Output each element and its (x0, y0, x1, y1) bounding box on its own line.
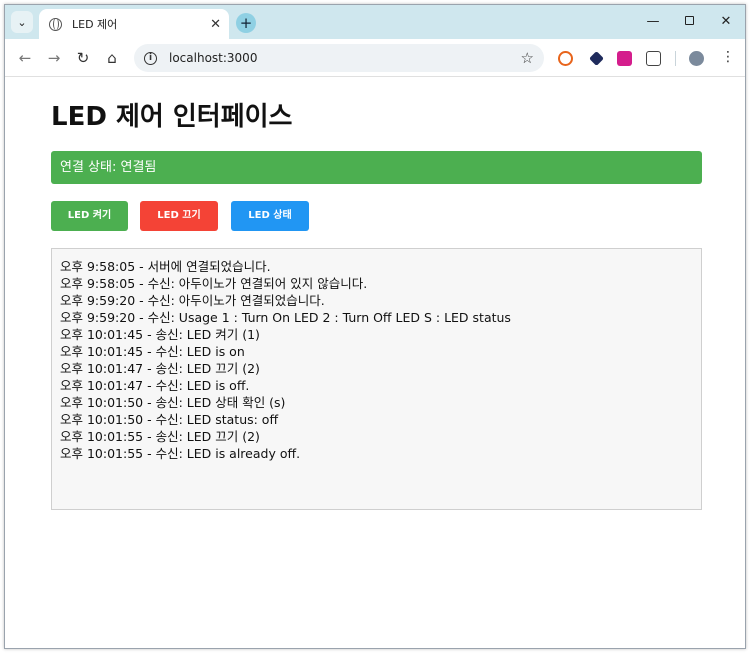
log-line: 오후 10:01:45 - 송신: LED 켜기 (1) (60, 327, 260, 342)
tab-close-icon[interactable]: ✕ (210, 18, 221, 31)
window-minimize-icon[interactable]: — (643, 14, 663, 29)
profile-avatar-icon[interactable] (689, 51, 704, 66)
globe-icon (49, 17, 62, 31)
back-arrow-icon[interactable]: ← (16, 49, 34, 67)
extension-icon-3[interactable] (617, 51, 632, 66)
page-content: LED 제어 인터페이스 연결 상태: 연결됨 LED 켜기 LED 끄기 LE… (5, 78, 745, 648)
connection-status-bar: 연결 상태: 연결됨 (51, 151, 702, 184)
tab-strip: ⌄ LED 제어 ✕ + — ✕ (5, 5, 745, 39)
forward-arrow-icon[interactable]: → (45, 49, 63, 67)
message-log[interactable]: 오후 9:58:05 - 서버에 연결되었습니다. 오후 9:58:05 - 수… (51, 248, 702, 510)
log-line: 오후 9:59:20 - 수신: Usage 1 : Turn On LED 2… (60, 310, 511, 325)
browser-toolbar: ← → ↻ ⌂ i localhost:3000 ☆ ⋮ (5, 39, 745, 77)
log-line: 오후 10:01:47 - 송신: LED 끄기 (2) (60, 361, 260, 376)
log-line: 오후 10:01:50 - 수신: LED status: off (60, 412, 279, 427)
window-maximize-icon[interactable] (679, 14, 699, 29)
led-status-button[interactable]: LED 상태 (231, 201, 309, 231)
tab-led-control[interactable]: LED 제어 ✕ (39, 9, 229, 39)
extensions-puzzle-icon[interactable] (646, 51, 661, 66)
tab-search-chevron-icon[interactable]: ⌄ (11, 11, 33, 33)
site-info-icon[interactable]: i (144, 51, 157, 65)
log-line: 오후 9:58:05 - 수신: 아두이노가 연결되어 있지 않습니다. (60, 276, 368, 291)
log-line: 오후 9:59:20 - 수신: 아두이노가 연결되었습니다. (60, 293, 325, 308)
log-line: 오후 10:01:50 - 송신: LED 상태 확인 (s) (60, 395, 286, 410)
url-text[interactable]: localhost:3000 (169, 51, 521, 65)
browser-window: ⌄ LED 제어 ✕ + — ✕ ← → ↻ ⌂ i localhost:300… (4, 4, 746, 649)
reload-icon[interactable]: ↻ (74, 49, 92, 67)
bookmark-star-icon[interactable]: ☆ (521, 49, 534, 67)
window-close-icon[interactable]: ✕ (716, 14, 736, 29)
tab-title: LED 제어 (72, 18, 118, 31)
home-icon[interactable]: ⌂ (103, 49, 121, 67)
address-bar[interactable]: i localhost:3000 ☆ (134, 44, 544, 72)
led-off-button[interactable]: LED 끄기 (140, 201, 218, 231)
log-line: 오후 9:58:05 - 서버에 연결되었습니다. (60, 259, 271, 274)
page-title: LED 제어 인터페이스 (51, 102, 293, 132)
led-on-button[interactable]: LED 켜기 (51, 201, 128, 231)
extension-icon-1[interactable] (558, 51, 573, 66)
new-tab-plus-icon[interactable]: + (236, 13, 256, 33)
log-line: 오후 10:01:55 - 수신: LED is already off. (60, 446, 301, 461)
log-line: 오후 10:01:55 - 송신: LED 끄기 (2) (60, 429, 260, 444)
log-line: 오후 10:01:47 - 수신: LED is off. (60, 378, 250, 393)
extension-icon-2[interactable] (589, 51, 604, 66)
toolbar-divider (675, 51, 676, 66)
log-line: 오후 10:01:45 - 수신: LED is on (60, 344, 245, 359)
browser-menu-icon[interactable]: ⋮ (721, 49, 735, 65)
